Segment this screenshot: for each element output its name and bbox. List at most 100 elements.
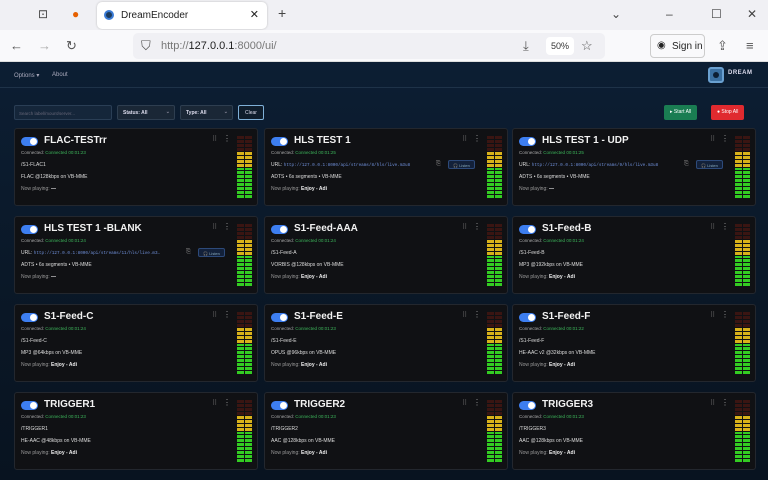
stream-card: HLS TEST 1 -BLANK ⠿ ⋮ Connected: Connect… [14, 216, 258, 294]
browser-tab[interactable]: DreamEncoder ✕ [97, 2, 267, 29]
firefox-icon[interactable]: ● [72, 7, 79, 21]
type-filter[interactable]: Type: All ⌄ [180, 105, 233, 120]
enable-toggle[interactable] [519, 313, 536, 322]
zoom-level[interactable]: 50% [546, 37, 575, 55]
meter-segment [245, 339, 252, 343]
listen-button[interactable]: 🎧 Listen [198, 248, 225, 257]
meter-segment [495, 263, 502, 267]
drag-handle-icon[interactable]: ⠿ [710, 223, 715, 231]
meter-segment [237, 163, 244, 167]
drag-handle-icon[interactable]: ⠿ [212, 311, 217, 319]
meter-right-channel [245, 224, 252, 286]
more-options-icon[interactable]: ⋮ [473, 310, 481, 319]
drag-handle-icon[interactable]: ⠿ [710, 135, 715, 143]
forward-icon[interactable]: → [38, 38, 51, 53]
meter-segment [237, 455, 244, 459]
level-meter [237, 224, 253, 286]
stream-card: TRIGGER2 ⠿ ⋮ Connected: Connected 00:01:… [264, 392, 508, 470]
chevron-down-icon[interactable]: ⌄ [611, 7, 621, 21]
enable-toggle[interactable] [21, 137, 38, 146]
more-options-icon[interactable]: ⋮ [473, 398, 481, 407]
start-all-button[interactable]: ▸ Start All [664, 105, 698, 120]
stop-all-button[interactable]: ● Stop All [711, 105, 745, 120]
now-playing: Now playing: Enjoy - Adi [21, 450, 77, 456]
download-icon[interactable]: ⤓ [523, 38, 529, 54]
more-options-icon[interactable]: ⋮ [473, 134, 481, 143]
enable-toggle[interactable] [519, 225, 536, 234]
listen-button[interactable]: 🎧 Listen [448, 160, 475, 169]
enable-toggle[interactable] [519, 137, 536, 146]
meter-segment [743, 343, 750, 347]
close-window-icon[interactable]: ✕ [747, 7, 757, 21]
close-tab-icon[interactable]: ✕ [250, 8, 259, 21]
connection-status: Connected: Connected 00:01:23 [271, 414, 336, 419]
meter-segment [487, 231, 494, 235]
enable-toggle[interactable] [21, 225, 38, 234]
clear-button[interactable]: Clear [238, 105, 264, 120]
more-options-icon[interactable]: ⋮ [223, 134, 231, 143]
enable-toggle[interactable] [271, 401, 288, 410]
more-options-icon[interactable]: ⋮ [473, 222, 481, 231]
drag-handle-icon[interactable]: ⠿ [212, 135, 217, 143]
back-icon[interactable]: ← [10, 38, 23, 53]
star-icon[interactable]: ☆ [581, 38, 593, 54]
url-text[interactable]: http://127.0.0.1:8000/ui/ [161, 40, 277, 52]
search-input[interactable]: Search label/mount/server... [14, 105, 112, 120]
meter-segment [743, 335, 750, 339]
meter-segment [735, 407, 742, 411]
meter-segment [743, 415, 750, 419]
enable-toggle[interactable] [271, 225, 288, 234]
minimize-icon[interactable]: – [666, 7, 673, 21]
copy-icon[interactable]: ⎘ [684, 161, 689, 168]
meter-segment [245, 327, 252, 331]
meter-right-channel [245, 400, 252, 462]
meter-segment [735, 227, 742, 231]
sign-in-button[interactable]: ◉ Sign in [650, 34, 705, 58]
meter-segment [495, 179, 502, 183]
enable-toggle[interactable] [271, 137, 288, 146]
maximize-icon[interactable]: ☐ [711, 7, 722, 21]
listen-button[interactable]: 🎧 Listen [696, 160, 723, 169]
drag-handle-icon[interactable]: ⠿ [710, 311, 715, 319]
enable-toggle[interactable] [519, 401, 536, 410]
level-meter [237, 312, 253, 374]
drag-handle-icon[interactable]: ⠿ [710, 399, 715, 407]
more-options-icon[interactable]: ⋮ [721, 222, 729, 231]
meter-segment [237, 427, 244, 431]
meter-segment [743, 179, 750, 183]
more-options-icon[interactable]: ⋮ [223, 398, 231, 407]
enable-toggle[interactable] [21, 313, 38, 322]
new-tab-icon[interactable]: + [278, 5, 286, 21]
meter-segment [495, 231, 502, 235]
url-bar[interactable]: ⛉ http://127.0.0.1:8000/ui/ ⤓ 50% ☆ [133, 33, 605, 59]
more-options-icon[interactable]: ⋮ [223, 222, 231, 231]
drag-handle-icon[interactable]: ⠿ [462, 223, 467, 231]
drag-handle-icon[interactable]: ⠿ [212, 223, 217, 231]
enable-toggle[interactable] [271, 313, 288, 322]
extensions-icon[interactable]: ⇪ [717, 38, 728, 54]
meter-segment [735, 459, 742, 462]
meter-segment [245, 247, 252, 251]
tab-list-icon[interactable]: ⊡ [38, 7, 48, 21]
more-options-icon[interactable]: ⋮ [223, 310, 231, 319]
more-options-icon[interactable]: ⋮ [721, 134, 729, 143]
shield-icon[interactable]: ⛉ [141, 38, 151, 54]
status-filter[interactable]: Status: All ⌄ [117, 105, 175, 120]
drag-handle-icon[interactable]: ⠿ [462, 135, 467, 143]
meter-segment [735, 267, 742, 271]
drag-handle-icon[interactable]: ⠿ [462, 399, 467, 407]
reload-icon[interactable]: ↻ [66, 38, 77, 54]
more-options-icon[interactable]: ⋮ [721, 398, 729, 407]
copy-icon[interactable]: ⎘ [186, 249, 191, 256]
drag-handle-icon[interactable]: ⠿ [212, 399, 217, 407]
copy-icon[interactable]: ⎘ [436, 161, 441, 168]
options-menu[interactable]: Options ▾ [14, 72, 39, 79]
about-link[interactable]: About [52, 72, 68, 78]
meter-segment [743, 275, 750, 279]
more-options-icon[interactable]: ⋮ [721, 310, 729, 319]
enable-toggle[interactable] [21, 401, 38, 410]
level-meter [487, 400, 503, 462]
drag-handle-icon[interactable]: ⠿ [462, 311, 467, 319]
meter-left-channel [487, 224, 494, 286]
menu-icon[interactable]: ≡ [746, 38, 754, 53]
